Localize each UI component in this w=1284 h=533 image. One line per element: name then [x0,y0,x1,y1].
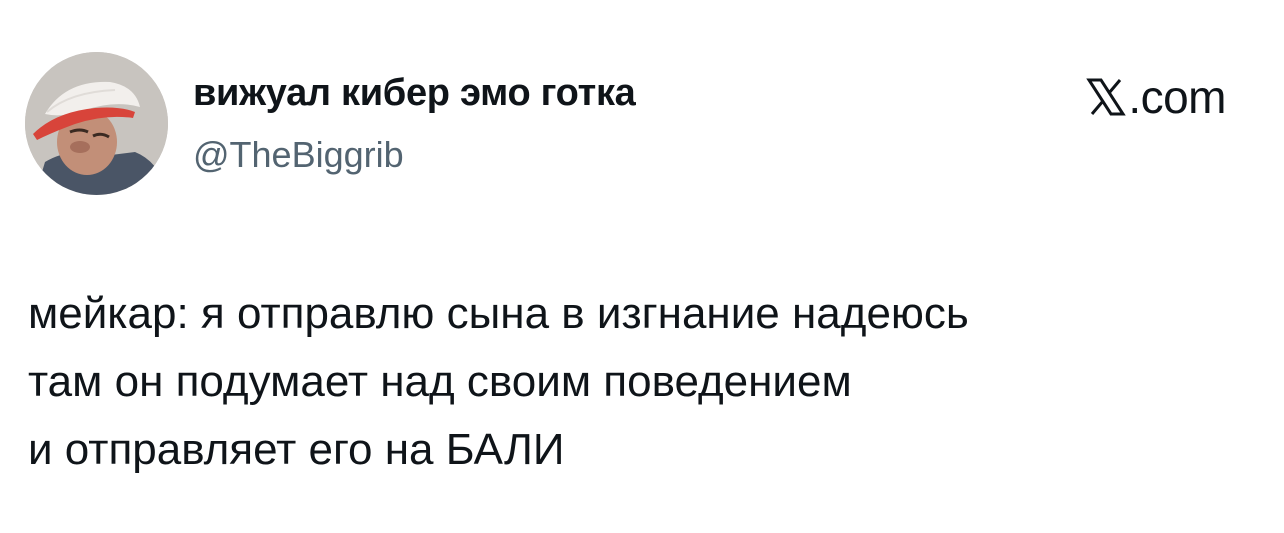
tweet-line: мейкар: я отправлю сына в изгнание надею… [28,289,969,338]
avatar-photo [25,52,168,195]
tweet-text: мейкар: я отправлю сына в изгнание надею… [28,280,1258,484]
x-logo-icon [1086,77,1127,117]
user-handle[interactable]: @TheBiggrib [193,134,404,176]
x-com-brand: .com [1086,70,1226,124]
tweet-line: там он подумает над своим поведением [28,357,852,406]
display-name[interactable]: вижуал кибер эмо готка [193,72,636,115]
brand-suffix: .com [1128,71,1226,123]
avatar[interactable] [25,52,168,195]
tweet-line: и отправляет его на БАЛИ [28,425,565,474]
